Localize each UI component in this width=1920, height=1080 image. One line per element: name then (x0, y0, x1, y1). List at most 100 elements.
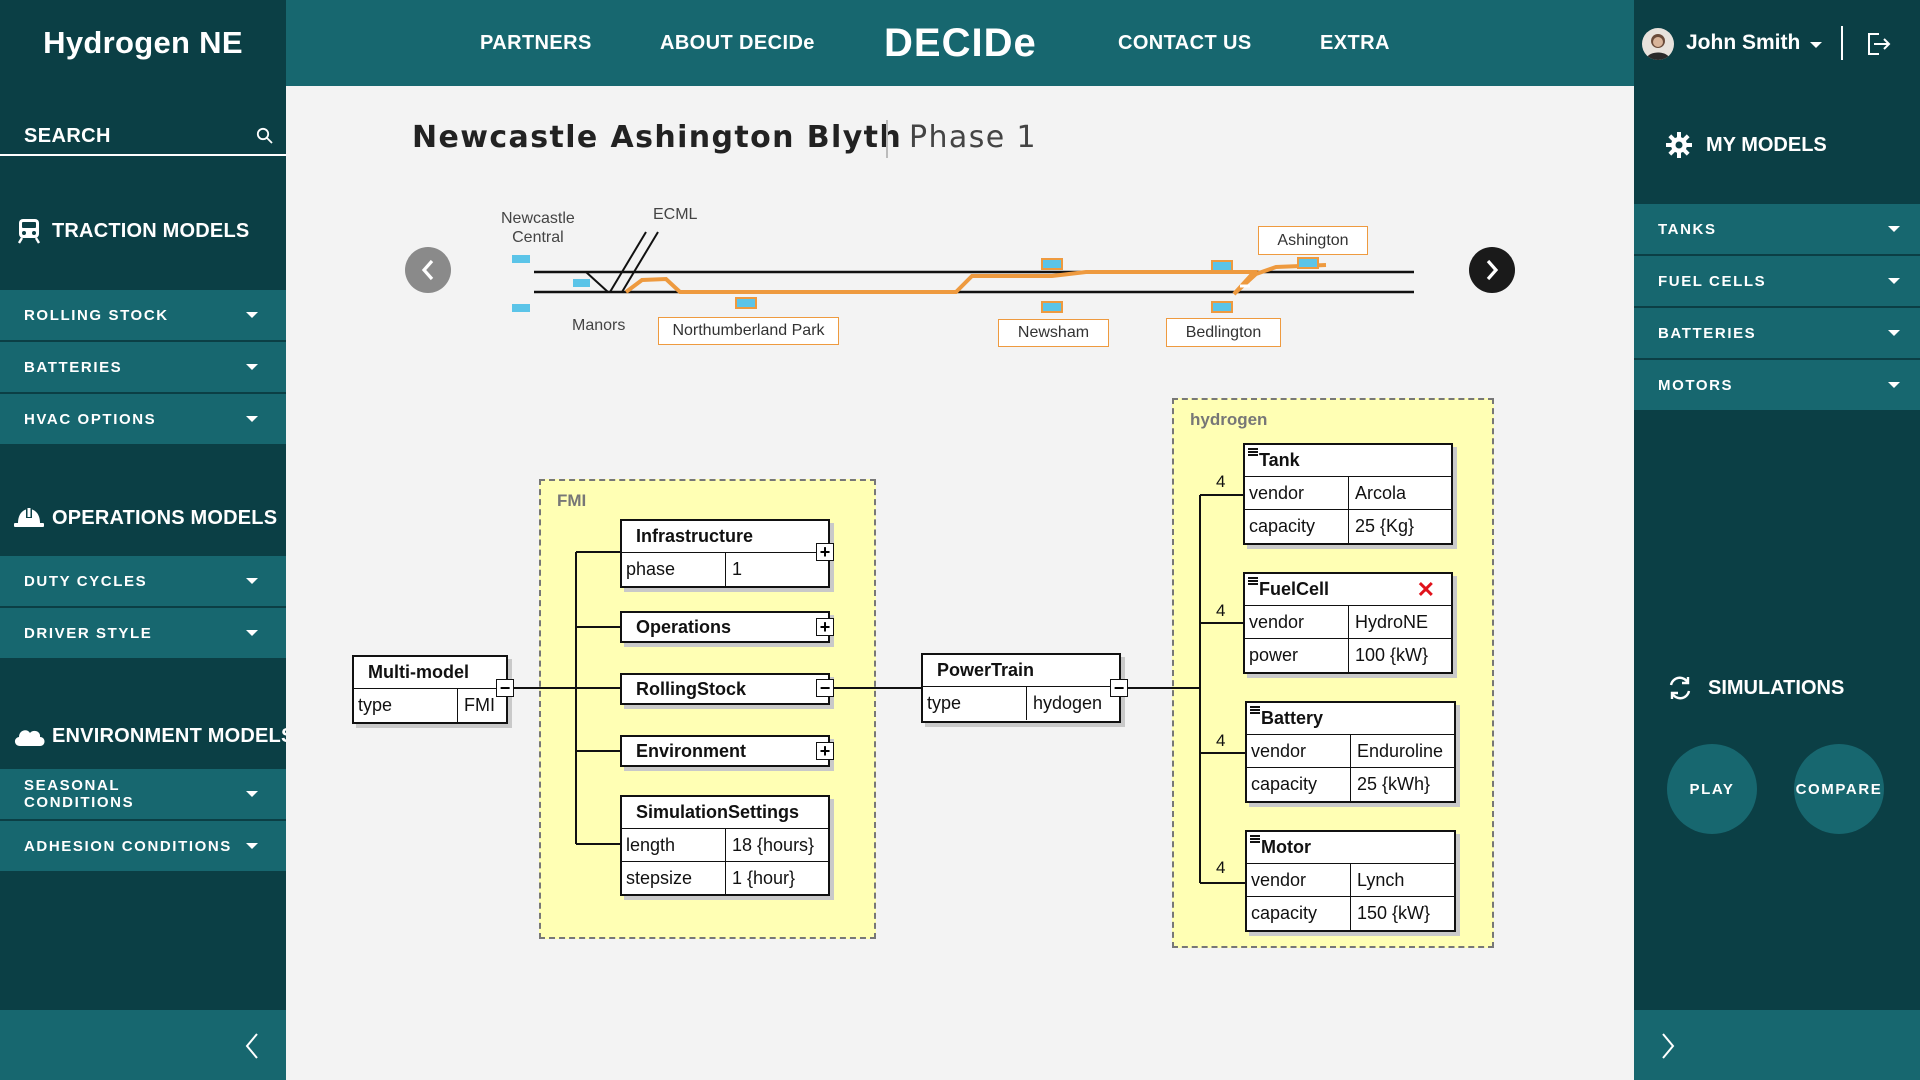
node-row-value: 25 {Kg} (1355, 516, 1415, 536)
chevron-down-icon (246, 578, 258, 584)
logout-icon[interactable] (1864, 30, 1892, 58)
expand-toggle[interactable]: + (816, 618, 834, 636)
collapse-toggle[interactable]: − (1110, 679, 1128, 697)
chevron-down-icon[interactable] (1810, 42, 1822, 48)
operations-models-header[interactable]: OPERATIONS MODELS (0, 493, 286, 543)
menu-item-seasonal-conditions[interactable]: SEASONAL CONDITIONS (0, 769, 286, 819)
menu-item-label: DUTY CYCLES (24, 572, 148, 590)
menu-item-motors[interactable]: MOTORS (1634, 360, 1920, 410)
main-content: Newcastle Ashington Blyth Phase 1 Newcas… (286, 86, 1634, 1080)
node-row: type FMI (354, 689, 506, 722)
menu-item-tanks[interactable]: TANKS (1634, 204, 1920, 254)
multiplicity-label: 4 (1216, 472, 1226, 491)
error-icon[interactable]: ✕ (1417, 577, 1435, 603)
node-power-train[interactable]: PowerTrain type hydogen (921, 653, 1121, 723)
menu-icon (1248, 448, 1258, 456)
menu-icon (1250, 706, 1260, 714)
node-row-value: Lynch (1357, 869, 1405, 890)
traction-menu: ROLLING STOCK BATTERIES HVAC OPTIONS (0, 290, 286, 446)
node-title-text: FuelCell (1259, 579, 1330, 599)
chevron-down-icon (246, 364, 258, 370)
menu-item-adhesion-conditions[interactable]: ADHESION CONDITIONS (0, 821, 286, 871)
node-row-value: 150 {kW} (1357, 903, 1431, 923)
nav-extra[interactable]: EXTRA (1320, 0, 1390, 86)
chevron-down-icon (246, 791, 258, 797)
node-title: RollingStock (636, 678, 747, 699)
collapse-toggle[interactable]: − (496, 679, 514, 697)
multiplicity-label: 4 (1216, 601, 1226, 620)
node-row: capacity 25 {kWh} (1247, 768, 1454, 801)
menu-item-label: HVAC OPTIONS (24, 410, 157, 428)
play-button[interactable]: PLAY (1667, 744, 1757, 834)
node-row: phase 1 (622, 553, 828, 586)
chevron-down-icon (246, 630, 258, 636)
logo[interactable]: DECIDe (884, 0, 1037, 86)
avatar[interactable] (1642, 28, 1674, 60)
node-title: Tank (1245, 445, 1451, 477)
expand-right-icon[interactable] (1660, 1032, 1676, 1060)
search-field[interactable]: SEARCH (0, 118, 286, 156)
menu-item-batteries[interactable]: BATTERIES (0, 342, 286, 392)
node-row-key: type (923, 687, 1027, 720)
nav-partners[interactable]: PARTNERS (480, 0, 592, 86)
collapse-toggle[interactable]: − (816, 679, 834, 697)
menu-item-duty-cycles[interactable]: DUTY CYCLES (0, 556, 286, 606)
menu-item-label: BATTERIES (24, 358, 123, 376)
collapse-left-icon[interactable] (244, 1032, 260, 1060)
top-navigation: PARTNERS ABOUT DECIDe DECIDe CONTACT US … (286, 0, 1634, 86)
node-row: capacity 150 {kW} (1247, 897, 1454, 930)
node-row-value: 1 {hour} (732, 868, 796, 888)
menu-item-hvac-options[interactable]: HVAC OPTIONS (0, 394, 286, 444)
compare-button[interactable]: COMPARE (1794, 744, 1884, 834)
menu-icon (1248, 577, 1258, 585)
traction-models-header[interactable]: TRACTION MODELS (0, 206, 286, 256)
menu-item-batteries[interactable]: BATTERIES (1634, 308, 1920, 358)
environment-models-header[interactable]: ENVIRONMENT MODELS (0, 711, 294, 761)
simulations-header[interactable]: SIMULATIONS (1634, 663, 1920, 713)
node-title: Operations (636, 616, 732, 637)
menu-item-rolling-stock[interactable]: ROLLING STOCK (0, 290, 286, 340)
right-sidebar: John Smith MY MODELS TANKS FUEL CELLS BA… (1634, 0, 1920, 1080)
user-menu: John Smith (1634, 0, 1920, 86)
multiplicity-label: 4 (1216, 731, 1226, 750)
node-row: vendor HydroNE (1245, 606, 1451, 639)
node-row: length 18 {hours} (622, 829, 828, 862)
my-models-menu: TANKS FUEL CELLS BATTERIES MOTORS (1634, 204, 1920, 412)
right-sidebar-footer (1634, 1010, 1920, 1080)
node-operations[interactable]: Operations (620, 611, 830, 643)
expand-toggle[interactable]: + (816, 742, 834, 760)
node-title: Infrastructure (622, 521, 828, 553)
user-name[interactable]: John Smith (1686, 31, 1800, 55)
operations-menu: DUTY CYCLES DRIVER STYLE (0, 556, 286, 660)
node-title-text: Motor (1261, 837, 1311, 857)
chevron-down-icon (1888, 382, 1900, 388)
node-title: FuelCell ✕ (1245, 574, 1451, 606)
node-rolling-stock[interactable]: RollingStock (620, 673, 830, 705)
node-environment[interactable]: Environment (620, 735, 830, 767)
search-icon[interactable] (256, 127, 274, 145)
node-simulation-settings[interactable]: SimulationSettings length 18 {hours} step… (620, 795, 830, 896)
node-infrastructure[interactable]: Infrastructure phase 1 (620, 519, 830, 588)
menu-item-driver-style[interactable]: DRIVER STYLE (0, 608, 286, 658)
refresh-icon (1666, 674, 1694, 702)
menu-item-label: DRIVER STYLE (24, 624, 153, 642)
chevron-down-icon (1888, 278, 1900, 284)
node-row: stepsize 1 {hour} (622, 862, 828, 895)
node-motor[interactable]: Motor vendor Lynch capacity 150 {kW} (1245, 830, 1456, 932)
my-models-header[interactable]: MY MODELS (1634, 120, 1920, 170)
node-row-key: length (622, 829, 726, 861)
menu-item-fuel-cells[interactable]: FUEL CELLS (1634, 256, 1920, 306)
node-multi-model[interactable]: Multi-model type FMI (352, 655, 508, 724)
node-tank[interactable]: Tank vendor Arcola capacity 25 {Kg} (1243, 443, 1453, 545)
nav-about[interactable]: ABOUT DECIDe (660, 0, 815, 86)
nav-contact[interactable]: CONTACT US (1118, 0, 1252, 86)
node-row-key: phase (622, 553, 726, 586)
node-fuel-cell[interactable]: FuelCell ✕ vendor HydroNE power 100 {kW} (1243, 572, 1453, 674)
node-row-value: 100 {kW} (1355, 645, 1429, 665)
my-models-title: MY MODELS (1706, 133, 1827, 156)
expand-toggle[interactable]: + (816, 543, 834, 561)
node-row-value: HydroNE (1355, 611, 1429, 632)
node-row: type hydogen (923, 687, 1119, 720)
model-diagram: FMI hydrogen 4 4 4 4 Multi-model type FM… (286, 86, 1634, 1080)
node-battery[interactable]: Battery vendor Enduroline capacity 25 {kWh… (1245, 701, 1456, 803)
